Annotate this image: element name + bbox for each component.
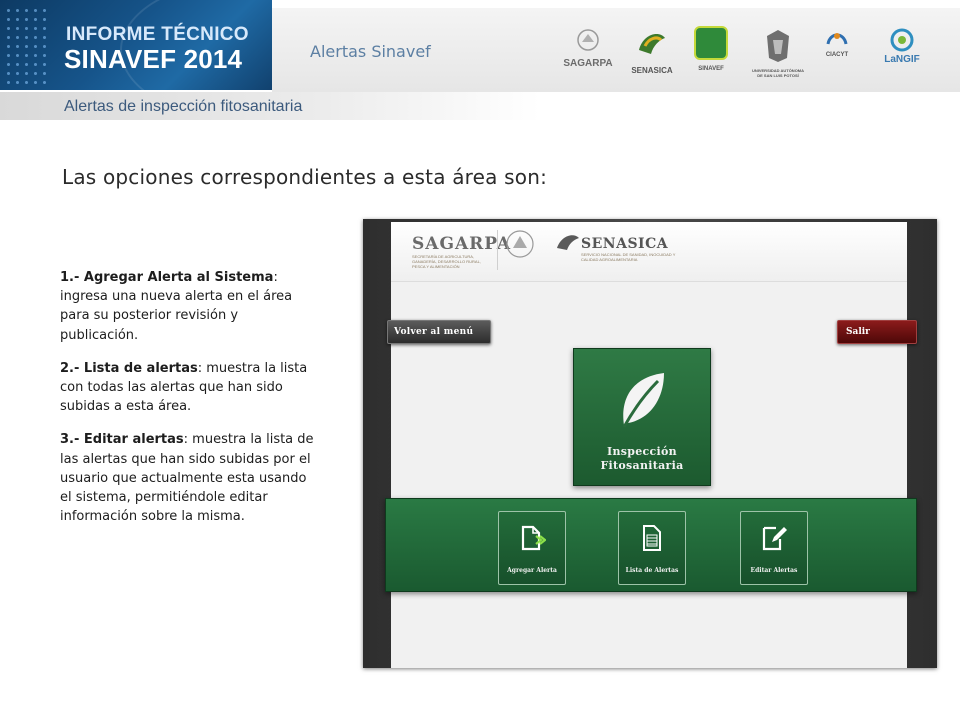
uaslp-logo: CIACYT	[817, 26, 857, 90]
app-screenshot: SAGARPA SECRETARÍA DE AGRICULTURA, GANAD…	[363, 219, 937, 668]
langif-logo: LaNGIF	[877, 26, 927, 90]
add-document-icon	[521, 525, 546, 551]
add-alert-tile[interactable]: Agregar Alerta	[498, 511, 566, 585]
mexico-seal-icon	[506, 230, 534, 258]
banner-line-1: INFORME TÉCNICO	[66, 24, 249, 45]
list-document-icon	[643, 525, 661, 551]
option-label: 2.- Lista de alertas	[60, 360, 198, 376]
app-senasica-subtitle: SERVICIO NACIONAL DE SANIDAD, INOCUIDAD …	[581, 252, 676, 262]
alert-list-tile[interactable]: Lista de Alertas	[618, 511, 686, 585]
main-tile-label-line1: Inspección	[607, 445, 677, 458]
back-to-menu-button[interactable]: Volver al menú	[387, 320, 491, 344]
uanl-logo: UNIVERSIDAD AUTÓNOMA DE SAN LUIS POTOSÍ	[751, 26, 805, 90]
uaslp-logo-caption: CIACYT	[825, 52, 849, 58]
report-banner: INFORME TÉCNICO SINAVEF 2014	[0, 0, 272, 90]
header-title: Alertas Sinavef	[310, 42, 431, 61]
alert-options-bar: Agregar Alerta Lista de Alertas Editar A…	[385, 498, 917, 592]
inspeccion-fitosanitaria-tile[interactable]: Inspección Fitosanitaria	[573, 348, 711, 486]
senasica-logo-caption: SENASICA	[631, 66, 673, 75]
langif-logo-caption: LaNGIF	[884, 54, 920, 65]
app-senasica-logo: SENASICA	[581, 236, 669, 252]
edit-alerts-label: Editar Alertas	[750, 567, 798, 574]
edit-document-icon	[762, 526, 787, 551]
partner-logos: SAGARPA SENASICA SINAVEF UNIVERSIDAD AUT…	[555, 26, 955, 90]
banner-dot-pattern	[4, 6, 50, 84]
section-heading: Las opciones correspondientes a esta áre…	[62, 165, 548, 189]
sagarpa-logo-caption: SAGARPA	[563, 58, 613, 69]
option-label: 3.- Editar alertas	[60, 432, 184, 448]
sagarpa-logo: SAGARPA	[555, 26, 621, 90]
leaf-icon	[622, 373, 664, 428]
main-tile-label-line2: Fitosanitaria	[600, 459, 684, 472]
sinavef-logo-mark	[694, 26, 728, 60]
app-logo-divider	[497, 230, 498, 270]
app-sagarpa-subtitle: SECRETARÍA DE AGRICULTURA, GANADERÍA, DE…	[412, 254, 481, 269]
uanl-logo-caption: UNIVERSIDAD AUTÓNOMA DE SAN LUIS POTOSÍ	[751, 68, 805, 78]
option-label: 1.- Agregar Alerta al Sistema	[60, 270, 274, 285]
options-description: 1.- Agregar Alerta al Sistema: ingresa u…	[60, 268, 320, 540]
option-item: 3.- Editar alertas: muestra la lista de …	[60, 430, 320, 526]
alert-list-label: Lista de Alertas	[625, 567, 679, 574]
senasica-logo: SENASICA	[629, 26, 675, 90]
edit-alerts-tile[interactable]: Editar Alertas	[740, 511, 808, 585]
banner-line-2: SINAVEF 2014	[64, 44, 243, 74]
exit-button[interactable]: Salir	[837, 320, 917, 344]
senasica-emblem-icon	[557, 235, 579, 250]
option-item: 2.- Lista de alertas: muestra la lista c…	[60, 359, 320, 417]
sinavef-logo: SINAVEF	[691, 26, 731, 90]
main-tile-label: Inspección Fitosanitaria	[574, 445, 710, 473]
app-topbar: SAGARPA SECRETARÍA DE AGRICULTURA, GANAD…	[391, 222, 907, 282]
option-item: 1.- Agregar Alerta al Sistema: ingresa u…	[60, 268, 320, 345]
sinavef-logo-caption: SINAVEF	[698, 66, 724, 72]
page-subtitle: Alertas de inspección fitosanitaria	[64, 98, 303, 115]
add-alert-label: Agregar Alerta	[507, 567, 557, 574]
